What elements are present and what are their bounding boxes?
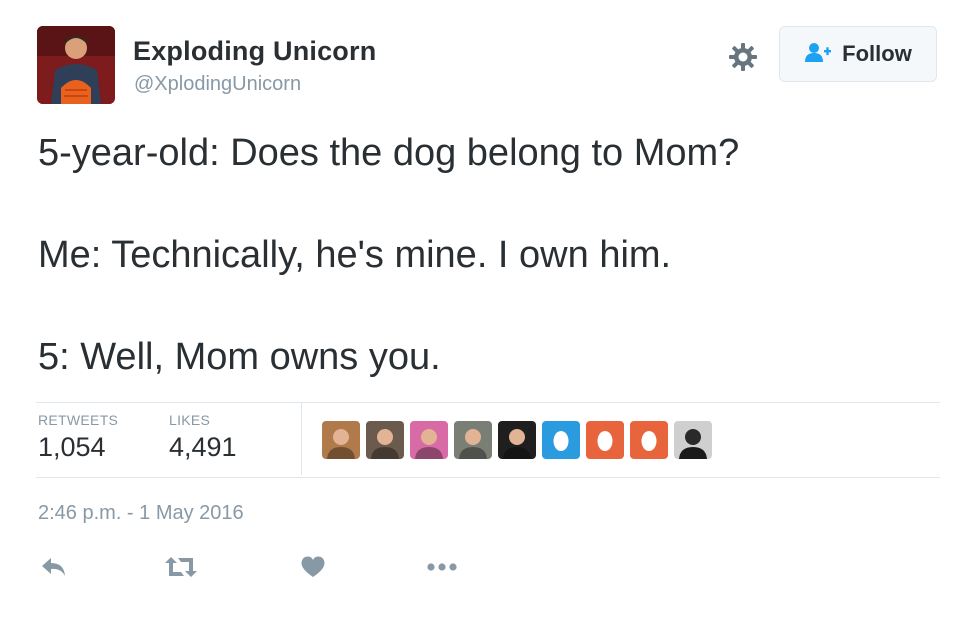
liker-avatar[interactable] — [410, 421, 448, 459]
likes-label: LIKES — [169, 412, 211, 428]
gear-icon[interactable] — [726, 40, 760, 74]
reply-icon[interactable] — [36, 552, 72, 582]
liker-avatar[interactable] — [366, 421, 404, 459]
likes-count: 4,491 — [169, 432, 237, 462]
liker-avatar[interactable] — [454, 421, 492, 459]
liker-avatar[interactable] — [498, 421, 536, 459]
liker-egg-avatar[interactable] — [542, 421, 580, 459]
divider — [36, 477, 940, 478]
author-handle[interactable]: @XplodingUnicorn — [134, 73, 301, 96]
add-person-icon — [804, 41, 832, 68]
likes-stat[interactable]: LIKES 4,491 — [169, 412, 237, 463]
follow-button[interactable]: Follow — [779, 26, 937, 82]
liker-egg-avatar[interactable] — [630, 421, 668, 459]
follow-button-label: Follow — [842, 41, 912, 66]
tweet-timestamp[interactable]: 2:46 p.m. - 1 May 2016 — [38, 502, 244, 525]
liker-egg-avatar[interactable] — [586, 421, 624, 459]
retweets-count: 1,054 — [38, 432, 106, 462]
liker-avatar[interactable] — [322, 421, 360, 459]
author-avatar[interactable] — [37, 26, 115, 104]
divider — [36, 402, 940, 403]
retweets-stat[interactable]: RETWEETS 1,054 — [38, 412, 118, 463]
tweet-line: 5: Well, Mom owns you. — [38, 336, 441, 378]
tweet-line: Me: Technically, he's mine. I own him. — [38, 234, 672, 276]
heart-icon[interactable] — [295, 552, 331, 582]
tweet-text: 5-year-old: Does the dog belong to Mom? … — [38, 128, 938, 434]
liker-avatars — [322, 421, 712, 459]
liker-avatar[interactable] — [674, 421, 712, 459]
retweet-icon[interactable] — [163, 552, 199, 582]
stats-divider — [301, 403, 302, 475]
retweets-label: RETWEETS — [38, 412, 119, 428]
author-name[interactable]: Exploding Unicorn — [133, 36, 376, 67]
tweet-line: 5-year-old: Does the dog belong to Mom? — [38, 132, 740, 174]
more-dots-icon[interactable] — [424, 552, 460, 582]
